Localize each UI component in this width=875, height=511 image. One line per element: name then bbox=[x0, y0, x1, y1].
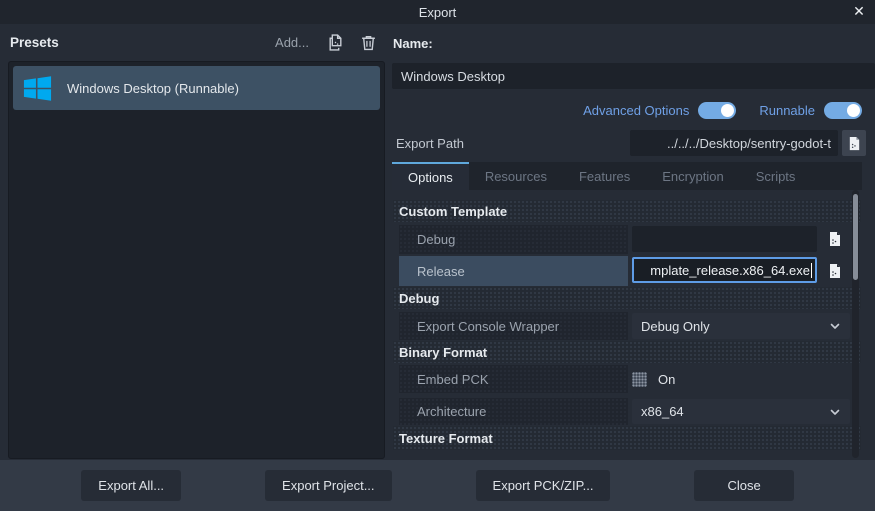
presets-panel: Presets Add... Windows D bbox=[8, 28, 385, 459]
advanced-options-toggle[interactable] bbox=[698, 102, 736, 119]
toggles-row: Advanced Options Runnable bbox=[392, 98, 862, 122]
delete-preset-icon[interactable] bbox=[360, 34, 377, 51]
runnable-toggle[interactable] bbox=[824, 102, 862, 119]
close-icon[interactable]: ✕ bbox=[850, 2, 868, 20]
preset-item-windows-desktop[interactable]: Windows Desktop (Runnable) bbox=[13, 66, 380, 110]
release-template-file-icon[interactable] bbox=[824, 260, 846, 282]
tab-encryption[interactable]: Encryption bbox=[646, 162, 739, 190]
tab-bar: Options Resources Features Encryption Sc… bbox=[392, 162, 862, 190]
close-button[interactable]: Close bbox=[694, 470, 793, 501]
toggle-knob bbox=[847, 104, 860, 117]
name-label: Name: bbox=[393, 36, 433, 51]
tab-resources[interactable]: Resources bbox=[469, 162, 563, 190]
property-row-console-wrapper: Export Console Wrapper Debug Only bbox=[392, 311, 862, 341]
toggle-knob bbox=[721, 104, 734, 117]
export-path-input[interactable]: ../../../Desktop/sentry-godot-t bbox=[630, 130, 838, 156]
dialog-footer: Export All... Export Project... Export P… bbox=[0, 460, 875, 511]
dialog-titlebar: Export ✕ bbox=[0, 0, 875, 24]
debug-template-input[interactable] bbox=[632, 226, 817, 252]
windows-logo-icon bbox=[22, 73, 53, 104]
tab-options[interactable]: Options bbox=[392, 162, 469, 190]
architecture-value: x86_64 bbox=[641, 404, 684, 419]
export-path-row: Export Path ../../../Desktop/sentry-godo… bbox=[392, 129, 866, 157]
section-custom-template: Custom Template bbox=[393, 200, 861, 222]
dialog-title: Export bbox=[419, 5, 457, 20]
chevron-down-icon bbox=[829, 406, 841, 418]
scrollbar-thumb[interactable] bbox=[853, 194, 858, 280]
embed-pck-label: Embed PCK bbox=[399, 365, 628, 393]
tab-scripts[interactable]: Scripts bbox=[740, 162, 812, 190]
release-template-value: mplate_release.x86_64.exe bbox=[650, 263, 810, 278]
text-cursor bbox=[811, 263, 812, 278]
presets-title: Presets bbox=[10, 35, 59, 50]
console-wrapper-dropdown[interactable]: Debug Only bbox=[632, 313, 850, 339]
chevron-down-icon bbox=[829, 320, 841, 332]
options-scrollbar[interactable] bbox=[852, 190, 859, 458]
property-row-debug-template: Debug bbox=[392, 224, 862, 255]
advanced-options-label: Advanced Options bbox=[583, 103, 689, 118]
preset-item-label: Windows Desktop (Runnable) bbox=[67, 81, 239, 96]
debug-template-file-icon[interactable] bbox=[824, 228, 846, 250]
property-row-embed-pck: Embed PCK On bbox=[392, 364, 862, 394]
architecture-dropdown[interactable]: x86_64 bbox=[632, 399, 850, 424]
preset-list: Windows Desktop (Runnable) bbox=[8, 61, 385, 459]
property-row-release-template: Release mplate_release.x86_64.exe bbox=[392, 255, 862, 287]
tab-features[interactable]: Features bbox=[563, 162, 646, 190]
property-row-architecture: Architecture x86_64 bbox=[392, 397, 862, 426]
embed-pck-checkbox[interactable] bbox=[632, 372, 647, 387]
export-settings-panel: Name: Windows Desktop Advanced Options R… bbox=[392, 28, 875, 459]
section-debug: Debug bbox=[393, 287, 861, 309]
embed-pck-value: On bbox=[658, 364, 675, 394]
export-all-button[interactable]: Export All... bbox=[81, 470, 181, 501]
export-path-browse-button[interactable] bbox=[842, 130, 866, 156]
release-template-label: Release bbox=[399, 256, 628, 286]
architecture-label: Architecture bbox=[399, 398, 628, 425]
options-tab-panel: Custom Template Debug Release mplate_rel… bbox=[392, 190, 862, 458]
add-preset-button[interactable]: Add... bbox=[275, 35, 309, 50]
duplicate-icon[interactable] bbox=[327, 34, 344, 51]
presets-header: Presets Add... bbox=[8, 28, 385, 56]
export-pck-zip-button[interactable]: Export PCK/ZIP... bbox=[476, 470, 611, 501]
export-project-button[interactable]: Export Project... bbox=[265, 470, 391, 501]
debug-template-label: Debug bbox=[399, 225, 628, 254]
section-texture-format: Texture Format bbox=[393, 426, 861, 450]
name-input[interactable]: Windows Desktop bbox=[392, 63, 875, 89]
section-binary-format: Binary Format bbox=[393, 341, 861, 363]
release-template-input[interactable]: mplate_release.x86_64.exe bbox=[632, 257, 817, 283]
runnable-label: Runnable bbox=[759, 103, 815, 118]
console-wrapper-value: Debug Only bbox=[641, 319, 710, 334]
export-dialog: Export ✕ Presets Add... bbox=[0, 0, 875, 511]
console-wrapper-label: Export Console Wrapper bbox=[399, 312, 628, 340]
export-path-label: Export Path bbox=[396, 136, 464, 151]
